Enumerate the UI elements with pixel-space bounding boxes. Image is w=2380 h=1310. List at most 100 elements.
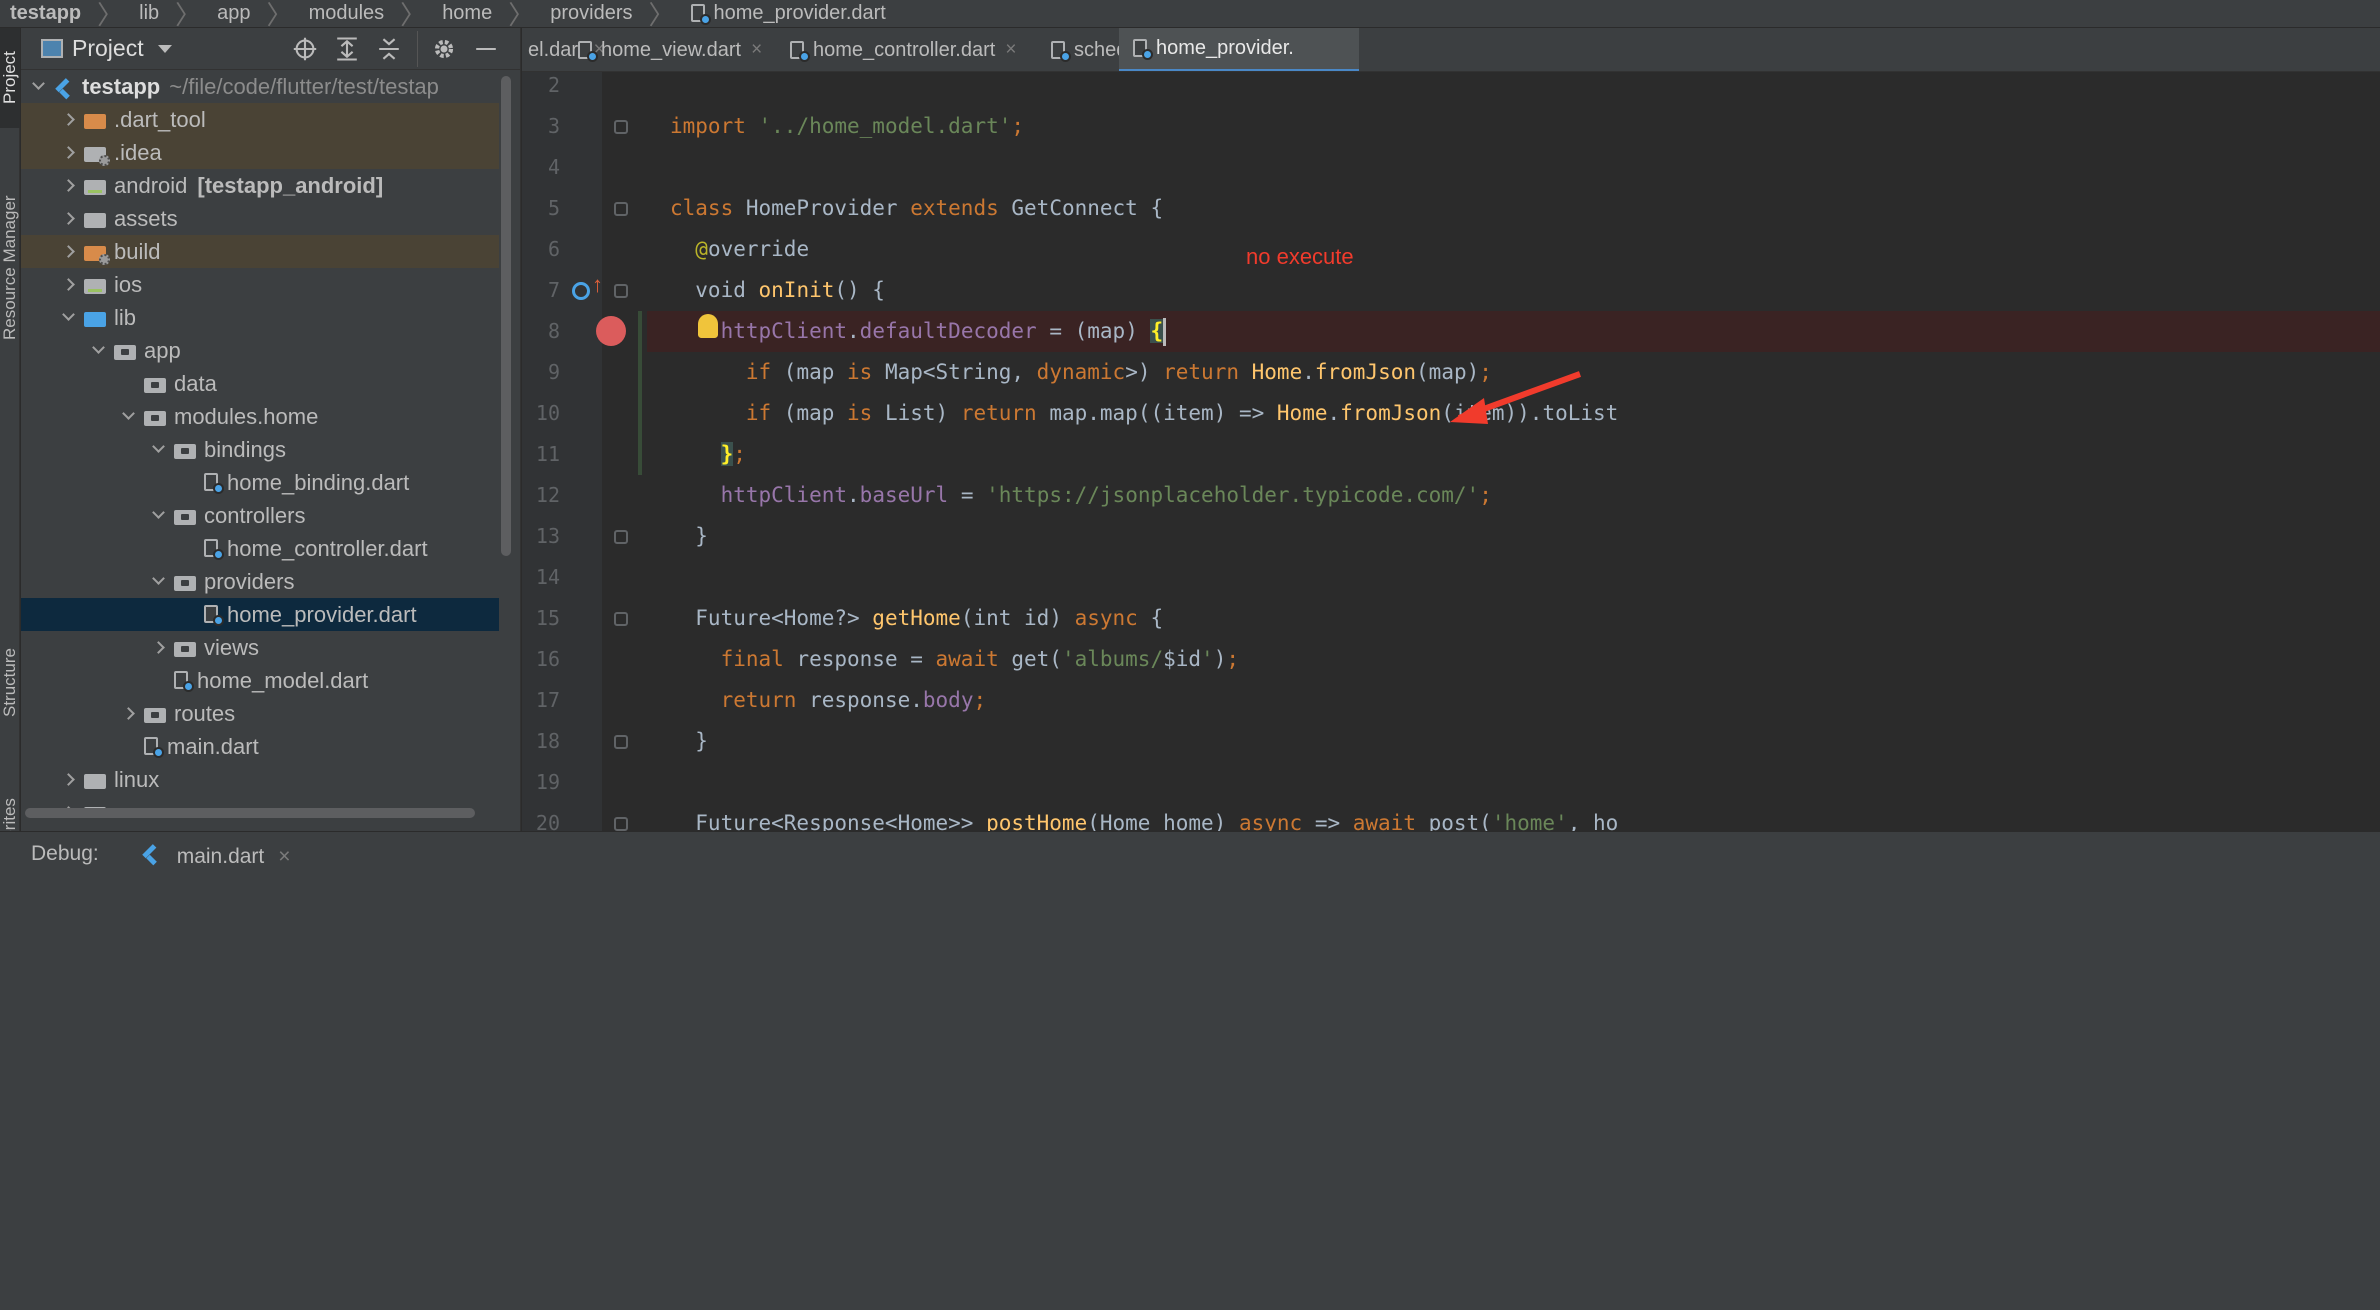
tree-item[interactable]: bindings (21, 433, 499, 466)
tree-item[interactable]: lib (21, 301, 499, 334)
tree-item[interactable]: testapp ~/file/code/flutter/test/testap (21, 70, 499, 103)
chevron-right-icon[interactable] (119, 697, 137, 730)
project-vertical-scrollbar[interactable] (501, 76, 511, 556)
chevron-down-icon[interactable] (89, 334, 107, 367)
annotation-arrow-icon (1450, 371, 1582, 424)
tree-item-label: testapp (82, 73, 161, 99)
dart-file-icon (204, 605, 224, 626)
folder-icon (84, 276, 106, 294)
folder-icon (144, 408, 166, 426)
breadcrumb-label: modules (308, 2, 385, 24)
tree-item[interactable]: views (21, 631, 499, 664)
chevron-right-icon[interactable] (59, 103, 77, 136)
tree-item[interactable]: routes (21, 697, 499, 730)
tree-item-label: app (144, 337, 181, 363)
close-icon[interactable]: × (1005, 39, 1016, 61)
project-window-icon (41, 39, 63, 58)
chevron-down-icon[interactable] (157, 44, 172, 53)
folder-icon (114, 342, 136, 360)
locate-icon[interactable] (287, 31, 323, 67)
tree-item-label: main.dart (167, 733, 259, 759)
tree-item-label: lib (114, 304, 137, 330)
tab-label: home_view.dart (601, 38, 742, 61)
flutter-icon (141, 842, 169, 872)
tree-item[interactable]: main.dart (21, 730, 499, 763)
breadcrumb-label: app (217, 2, 251, 24)
chevron-down-icon[interactable] (149, 565, 167, 598)
folder-icon (84, 144, 110, 166)
breadcrumb-separator: 〉 (266, 0, 293, 28)
tree-item[interactable]: app (21, 334, 499, 367)
breadcrumb-item[interactable]: home (442, 2, 492, 25)
chevron-right-icon[interactable] (59, 268, 77, 301)
chevron-down-icon[interactable] (59, 301, 77, 334)
expand-all-icon[interactable] (329, 31, 365, 67)
chevron-right-icon[interactable] (59, 136, 77, 169)
tree-item[interactable]: .idea (21, 136, 499, 169)
debug-tab-main-dart[interactable]: main.dart × (141, 842, 291, 872)
breadcrumb-separator: 〉 (400, 0, 427, 28)
chevron-right-icon[interactable] (59, 763, 77, 796)
tree-item[interactable]: .dart_tool (21, 103, 499, 136)
breadcrumb-item[interactable]: lib (139, 2, 159, 25)
tree-item[interactable]: ios (21, 268, 499, 301)
breadcrumb-item[interactable]: home_provider.dart (690, 2, 886, 25)
tree-item[interactable]: home_model.dart (21, 664, 499, 697)
tree-item[interactable]: modules.home (21, 400, 499, 433)
dart-file-icon (790, 40, 810, 62)
tree-item[interactable]: assets (21, 202, 499, 235)
chevron-down-icon[interactable] (149, 433, 167, 466)
tool-tab-project[interactable]: Project (0, 28, 20, 128)
tree-item[interactable]: linux (21, 763, 499, 796)
tree-item[interactable]: build (21, 235, 499, 268)
breadcrumb-label: home (442, 2, 493, 24)
breadcrumb-item[interactable]: testapp (10, 2, 81, 25)
breadcrumb-label: providers (550, 2, 633, 24)
tab-home-provider[interactable]: home_provider. (1119, 28, 1359, 71)
dart-file-icon (1051, 40, 1071, 62)
chevron-right-icon[interactable] (149, 631, 167, 664)
dart-file-icon (144, 737, 164, 758)
breadcrumb-separator: 〉 (508, 0, 535, 28)
chevron-right-icon[interactable] (59, 202, 77, 235)
debug-bottom-bar: Debug: main.dart × (0, 831, 2380, 1310)
breadcrumb-item[interactable]: modules (309, 2, 385, 25)
tree-item[interactable]: providers (21, 565, 499, 598)
project-horizontal-scrollbar[interactable] (25, 808, 475, 818)
tree-item[interactable]: data (21, 367, 499, 400)
folder-icon (144, 705, 166, 723)
dart-file-icon (1133, 39, 1153, 60)
hide-icon[interactable] (468, 31, 504, 67)
dart-file-icon (690, 4, 711, 25)
breadcrumb-item[interactable]: app (217, 2, 250, 25)
chevron-right-icon[interactable] (59, 169, 77, 202)
breadcrumb-separator: 〉 (97, 0, 124, 28)
tree-item[interactable]: home_provider.dart (21, 598, 499, 631)
breadcrumb-item[interactable]: providers (550, 2, 632, 25)
tree-item[interactable]: home_binding.dart (21, 466, 499, 499)
tree-item[interactable]: android [testapp_android] (21, 169, 499, 202)
folder-icon (144, 375, 166, 393)
dart-file-icon (578, 40, 598, 62)
collapse-all-icon[interactable] (371, 31, 407, 67)
close-icon[interactable]: × (751, 39, 762, 61)
tool-tab-resource-manager[interactable]: Resource Manager (0, 138, 20, 398)
tool-tab-label: Resource Manager (0, 195, 19, 341)
breadcrumb-separator: 〉 (175, 0, 202, 28)
chevron-down-icon[interactable] (119, 400, 137, 433)
settings-icon[interactable] (426, 31, 462, 67)
project-panel: Project testapp ~/file/code/flutter/test/… (21, 28, 521, 831)
close-icon[interactable]: × (278, 845, 290, 869)
tree-item[interactable]: controllers (21, 499, 499, 532)
code-editor[interactable]: 2 3 4 5 6 7 ↑ 8 9 10 11 12 13 14 15 16 17 18 19 20 import '… (522, 72, 2380, 831)
chevron-down-icon[interactable] (29, 70, 47, 103)
tree-item[interactable]: home_controller.dart (21, 532, 499, 565)
chevron-right-icon[interactable] (59, 235, 77, 268)
toolbar-divider (417, 31, 418, 67)
breadcrumb-label: lib (139, 2, 160, 24)
tool-tab-structure[interactable]: Structure (0, 608, 20, 758)
tree-item-label: home_binding.dart (227, 469, 410, 495)
tree-item-label: .idea (114, 139, 162, 165)
tree-item-label: linux (114, 766, 160, 792)
chevron-down-icon[interactable] (149, 499, 167, 532)
